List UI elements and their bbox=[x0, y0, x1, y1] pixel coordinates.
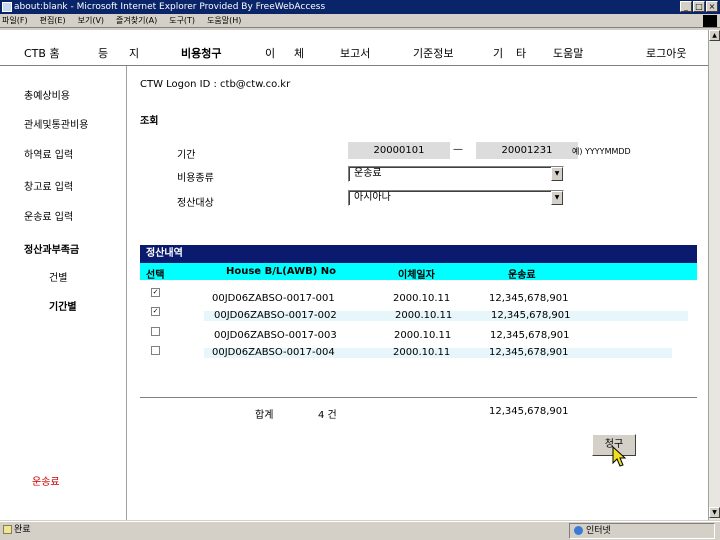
nav-divider bbox=[0, 65, 708, 66]
table-row: ✓ 00JD06ZABSO-0017-001 2000.10.11 12,345… bbox=[140, 288, 697, 305]
page-done-icon bbox=[3, 525, 12, 534]
row-checkbox[interactable]: ✓ bbox=[151, 307, 160, 316]
row-amount: 12,345,678,901 bbox=[489, 293, 569, 304]
top-navigation: CTB 홈 등 지 비용청구 이 체 보고서 기준정보 기 타 도움말 로그아웃 bbox=[0, 30, 708, 64]
menu-edit[interactable]: 편집(E) bbox=[40, 14, 66, 27]
sidebar-item-total-expected[interactable]: 총예상비용 bbox=[24, 87, 70, 102]
vertical-scrollbar[interactable]: ▲ ▼ bbox=[708, 30, 720, 520]
row-amount: 12,345,678,901 bbox=[489, 347, 569, 358]
nav-base-info[interactable]: 기준정보 bbox=[413, 45, 453, 61]
sidebar-item-storage-input[interactable]: 창고료 입력 bbox=[24, 178, 73, 193]
table-row: 00JD06ZABSO-0017-003 2000.10.11 12,345,6… bbox=[140, 327, 697, 344]
table-bottom-rule bbox=[140, 397, 697, 398]
security-zone: 인터넷 bbox=[569, 523, 715, 539]
header-fee: 운송료 bbox=[508, 270, 536, 281]
sidebar-item-per-period[interactable]: 기간별 bbox=[49, 298, 77, 313]
row-date: 2000.10.11 bbox=[394, 330, 452, 341]
row-checkbox[interactable] bbox=[151, 327, 160, 336]
header-transfer-date: 이체일자 bbox=[398, 270, 435, 281]
date-to-input[interactable]: 20001231 bbox=[476, 142, 578, 159]
menu-tools[interactable]: 도구(T) bbox=[169, 14, 195, 27]
row-checkbox[interactable] bbox=[151, 346, 160, 355]
nav-etc-1[interactable]: 기 bbox=[493, 45, 503, 61]
total-label: 합계 bbox=[255, 410, 274, 421]
sidebar-item-per-case[interactable]: 건별 bbox=[49, 269, 67, 284]
sidebar-divider bbox=[126, 66, 127, 520]
nav-cost-claim[interactable]: 비용청구 bbox=[181, 45, 221, 61]
row-date: 2000.10.11 bbox=[393, 347, 451, 358]
window-title: about:blank - Microsoft Internet Explore… bbox=[14, 2, 326, 12]
browser-window: about:blank - Microsoft Internet Explore… bbox=[0, 0, 720, 540]
nav-transfer-1[interactable]: 이 bbox=[265, 45, 275, 61]
row-amount: 12,345,678,901 bbox=[490, 330, 570, 341]
nav-help[interactable]: 도움말 bbox=[553, 45, 583, 61]
settle-target-select[interactable]: 아시아나 ▼ bbox=[348, 190, 564, 206]
settlement-table-title: 정산내역 bbox=[140, 245, 697, 263]
cost-type-label: 비용종류 bbox=[177, 173, 214, 184]
status-text: 완료 bbox=[14, 525, 31, 535]
sidebar-item-freight-input[interactable]: 운송료 입력 bbox=[24, 208, 73, 223]
nav-logout[interactable]: 로그아웃 bbox=[646, 45, 686, 61]
title-bar: about:blank - Microsoft Internet Explore… bbox=[0, 0, 720, 14]
row-house-bl: 00JD06ZABSO-0017-001 bbox=[212, 293, 335, 304]
total-amount: 12,345,678,901 bbox=[489, 406, 569, 417]
table-header: 선택 House B/L(AWB) No 이체일자 운송료 bbox=[140, 263, 697, 281]
menu-favorites[interactable]: 즐겨찾기(A) bbox=[116, 14, 157, 27]
row-house-bl: 00JD06ZABSO-0017-003 bbox=[214, 330, 337, 341]
table-row: 00JD06ZABSO-0017-004 2000.10.11 12,345,6… bbox=[140, 344, 697, 361]
row-house-bl: 00JD06ZABSO-0017-004 bbox=[212, 347, 335, 358]
zone-text: 인터넷 bbox=[586, 526, 611, 536]
pointer-cursor-icon bbox=[612, 446, 626, 467]
globe-icon bbox=[574, 526, 583, 535]
logon-id: CTW Logon ID : ctb@ctw.co.kr bbox=[140, 79, 291, 90]
date-format-hint: 예) YYYYMMDD bbox=[572, 147, 631, 156]
nav-home[interactable]: CTB 홈 bbox=[24, 45, 60, 61]
period-label: 기간 bbox=[177, 150, 196, 161]
nav-etc-2[interactable]: 타 bbox=[516, 45, 526, 61]
row-checkbox[interactable]: ✓ bbox=[151, 288, 160, 297]
sidebar-item-settlement[interactable]: 정산과부족금 bbox=[24, 241, 79, 256]
nav-register-2[interactable]: 지 bbox=[129, 45, 139, 61]
date-separator: — bbox=[453, 144, 463, 155]
search-heading: 조회 bbox=[140, 116, 159, 127]
header-select: 선택 bbox=[146, 270, 165, 281]
settle-target-value: 아시아나 bbox=[354, 192, 391, 203]
date-from-input[interactable]: 20000101 bbox=[348, 142, 450, 159]
minimize-button[interactable]: _ bbox=[680, 1, 692, 12]
scroll-down-icon[interactable]: ▼ bbox=[709, 507, 720, 518]
row-house-bl: 00JD06ZABSO-0017-002 bbox=[214, 310, 337, 321]
table-row: ✓ 00JD06ZABSO-0017-002 2000.10.11 12,345… bbox=[140, 307, 697, 324]
menu-file[interactable]: 파일(F) bbox=[2, 14, 28, 27]
chevron-down-icon[interactable]: ▼ bbox=[551, 191, 563, 205]
status-bar: 완료 인터넷 bbox=[0, 521, 720, 540]
header-house-bl: House B/L(AWB) No bbox=[226, 266, 337, 277]
settle-target-label: 정산대상 bbox=[177, 198, 214, 209]
sidebar-item-customs-cost[interactable]: 관세및통관비용 bbox=[24, 116, 88, 131]
row-amount: 12,345,678,901 bbox=[491, 310, 571, 321]
ie-icon bbox=[2, 2, 12, 12]
close-button[interactable]: × bbox=[706, 1, 718, 12]
menu-bar: 파일(F) 편집(E) 보기(V) 즐겨찾기(A) 도구(T) 도움말(H) bbox=[0, 14, 720, 28]
scroll-up-icon[interactable]: ▲ bbox=[709, 30, 720, 41]
chevron-down-icon[interactable]: ▼ bbox=[551, 167, 563, 181]
cost-type-value: 운송료 bbox=[354, 168, 382, 179]
page-content: CTB 홈 등 지 비용청구 이 체 보고서 기준정보 기 타 도움말 로그아웃… bbox=[0, 30, 708, 520]
cost-type-select[interactable]: 운송료 ▼ bbox=[348, 166, 564, 182]
maximize-button[interactable]: □ bbox=[693, 1, 705, 12]
nav-transfer-2[interactable]: 체 bbox=[294, 45, 304, 61]
nav-register-1[interactable]: 등 bbox=[98, 45, 108, 61]
sidebar-item-handling-input[interactable]: 하역료 입력 bbox=[24, 146, 73, 161]
menu-help[interactable]: 도움말(H) bbox=[207, 14, 241, 27]
windows-logo-icon bbox=[703, 15, 717, 27]
total-count: 4 건 bbox=[318, 410, 337, 421]
row-date: 2000.10.11 bbox=[395, 310, 453, 321]
menu-view[interactable]: 보기(V) bbox=[78, 14, 104, 27]
nav-report[interactable]: 보고서 bbox=[340, 45, 370, 61]
sidebar-current-section: 운송료 bbox=[32, 477, 60, 488]
row-date: 2000.10.11 bbox=[393, 293, 451, 304]
